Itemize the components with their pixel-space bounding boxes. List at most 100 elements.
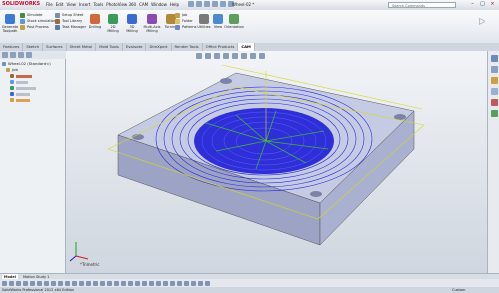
operation-icon bbox=[10, 92, 14, 96]
cam-tool-icon[interactable] bbox=[100, 280, 105, 286]
custom-properties-icon[interactable] bbox=[490, 110, 498, 117]
cam-tool-icon[interactable] bbox=[23, 280, 28, 286]
cam-tool-icon[interactable] bbox=[114, 280, 119, 286]
orientation-icon bbox=[229, 14, 239, 24]
multi-axis-milling-button[interactable]: Multi-Axis Milling bbox=[143, 14, 161, 33]
save-icon[interactable] bbox=[204, 1, 210, 7]
drilling-button[interactable]: Drilling bbox=[88, 14, 102, 33]
open-icon[interactable] bbox=[196, 1, 202, 7]
coordinate-triad bbox=[69, 242, 89, 262]
menu-tools[interactable]: Tools bbox=[93, 1, 103, 8]
tree-item-placeholder bbox=[16, 92, 30, 96]
config-manager-tab-icon[interactable] bbox=[18, 52, 24, 58]
generate-toolpath-button[interactable]: Generate Toolpath bbox=[2, 14, 18, 33]
menu-window[interactable]: Window bbox=[151, 1, 167, 8]
status-bar: SolidWorks Professional 2012 x64 Edition… bbox=[0, 287, 499, 293]
generate-toolpath-icon bbox=[5, 14, 15, 24]
cam-tool-icon[interactable] bbox=[135, 280, 140, 286]
cam-tool-icon[interactable] bbox=[205, 280, 210, 286]
cam-tool-icon[interactable] bbox=[184, 280, 189, 286]
patterns-button[interactable]: Patterns bbox=[175, 24, 196, 30]
solidworks-logo: SOLIDWORKS bbox=[2, 1, 41, 7]
menu-file[interactable]: File bbox=[46, 1, 53, 8]
property-manager-tab-icon[interactable] bbox=[10, 52, 16, 58]
tab-features[interactable]: Features bbox=[0, 43, 24, 51]
new-icon[interactable] bbox=[188, 1, 194, 7]
file-explorer-icon[interactable] bbox=[490, 77, 498, 84]
cam-ribbon: Generate Toolpath Simulate Stock simulat… bbox=[0, 10, 499, 43]
design-library-icon[interactable] bbox=[490, 66, 498, 73]
maximize-button[interactable]: □ bbox=[478, 1, 487, 8]
post-process-button[interactable]: Post Process bbox=[20, 24, 56, 30]
tab-render-tools[interactable]: Render Tools bbox=[172, 43, 203, 51]
cam-tool-icon[interactable] bbox=[198, 280, 203, 286]
search-commands-input[interactable]: Search Commands bbox=[388, 2, 456, 8]
utilities-button[interactable]: Utilities bbox=[197, 14, 211, 29]
tab-sketch[interactable]: Sketch bbox=[23, 43, 44, 51]
menu-view[interactable]: View bbox=[66, 1, 76, 8]
corner-hole bbox=[220, 78, 232, 84]
cam-tool-icon[interactable] bbox=[72, 280, 77, 286]
orientation-button[interactable]: Orientation bbox=[224, 14, 244, 29]
operation-icon bbox=[10, 98, 14, 102]
view-icon bbox=[213, 14, 223, 24]
3d-milling-button[interactable]: 3D Milling bbox=[124, 14, 140, 33]
tree-item-op3[interactable] bbox=[2, 97, 51, 103]
view-button[interactable]: View bbox=[213, 14, 223, 29]
cam-tool-icon[interactable] bbox=[9, 280, 14, 286]
cam-tool-icon[interactable] bbox=[37, 280, 42, 286]
graphics-viewport[interactable]: *Trimetric bbox=[66, 51, 487, 273]
menu-edit[interactable]: Edit bbox=[56, 1, 64, 8]
cam-tool-icon[interactable] bbox=[191, 280, 196, 286]
tree-item-highlight bbox=[16, 74, 32, 78]
cam-tool-icon[interactable] bbox=[2, 280, 7, 286]
tree-item-placeholder bbox=[16, 80, 28, 84]
cam-tool-icon[interactable] bbox=[177, 280, 182, 286]
units-dropdown[interactable]: Custom bbox=[452, 287, 465, 293]
cam-tool-icon[interactable] bbox=[51, 280, 56, 286]
tab-office-products[interactable]: Office Products bbox=[203, 43, 239, 51]
cam-tool-icon[interactable] bbox=[93, 280, 98, 286]
utilities-icon bbox=[199, 14, 209, 24]
tab-cam[interactable]: CAM bbox=[238, 43, 255, 51]
tree-root[interactable]: Wheel-02 (Standard<) bbox=[2, 61, 51, 67]
cam-tool-icon[interactable] bbox=[58, 280, 63, 286]
cam-tool-icon[interactable] bbox=[149, 280, 154, 286]
2d-milling-button[interactable]: 2D Milling bbox=[105, 14, 121, 33]
menu-insert[interactable]: Insert bbox=[79, 1, 90, 8]
cam-tool-icon[interactable] bbox=[142, 280, 147, 286]
cam-tool-icon[interactable] bbox=[156, 280, 161, 286]
cam-tool-icon[interactable] bbox=[16, 280, 21, 286]
menu-help[interactable]: Help bbox=[170, 1, 179, 8]
cam-tool-icon[interactable] bbox=[170, 280, 175, 286]
task-manager-button[interactable]: Task Manager bbox=[55, 24, 86, 30]
cam-tool-icon[interactable] bbox=[65, 280, 70, 286]
solidworks-ds-logo: ᐅ bbox=[478, 17, 486, 28]
cam-tool-icon[interactable] bbox=[86, 280, 91, 286]
tab-sheet-metal[interactable]: Sheet Metal bbox=[67, 43, 97, 51]
menu-photoview[interactable]: PhotoView 360 bbox=[106, 1, 136, 8]
view-palette-icon[interactable] bbox=[490, 88, 498, 95]
cam-tool-icon[interactable] bbox=[128, 280, 133, 286]
feature-tree-tab-icon[interactable] bbox=[2, 52, 8, 58]
tab-surfaces[interactable]: Surfaces bbox=[43, 43, 67, 51]
menu-bar: File Edit View Insert Tools PhotoView 36… bbox=[46, 1, 179, 8]
cam-tool-icon[interactable] bbox=[163, 280, 168, 286]
menu-cam[interactable]: CAM bbox=[139, 1, 148, 8]
cam-tool-icon[interactable] bbox=[121, 280, 126, 286]
cam-tool-icon[interactable] bbox=[79, 280, 84, 286]
undo-icon[interactable] bbox=[220, 1, 226, 7]
cam-tool-icon[interactable] bbox=[30, 280, 35, 286]
print-icon[interactable] bbox=[212, 1, 218, 7]
cam-tool-icon[interactable] bbox=[107, 280, 112, 286]
solidworks-resources-icon[interactable] bbox=[490, 55, 498, 62]
tab-evaluate[interactable]: Evaluate bbox=[123, 43, 147, 51]
tab-mold-tools[interactable]: Mold Tools bbox=[96, 43, 123, 51]
cam-tree-tab-icon[interactable] bbox=[26, 52, 32, 58]
minimize-button[interactable]: – bbox=[468, 1, 477, 8]
appearances-icon[interactable] bbox=[490, 99, 498, 106]
cam-tool-icon[interactable] bbox=[44, 280, 49, 286]
tool-library-icon bbox=[55, 18, 60, 24]
close-button[interactable]: × bbox=[488, 1, 497, 8]
tab-dimxpert[interactable]: DimXpert bbox=[146, 43, 172, 51]
